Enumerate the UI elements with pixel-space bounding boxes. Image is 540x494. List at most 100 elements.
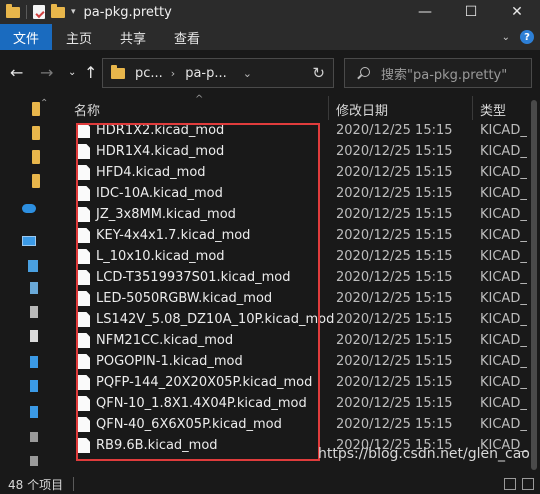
location-folder-icon [111, 64, 125, 79]
expand-ribbon-chevron-icon[interactable]: ⌄ [502, 32, 510, 43]
customize-toolbar-arrow-icon[interactable]: ▾ [71, 7, 76, 17]
nav-folder-icon[interactable] [32, 102, 40, 116]
file-icon [78, 417, 90, 432]
file-icon [78, 270, 90, 285]
column-divider[interactable] [328, 96, 329, 120]
maximize-button[interactable]: ☐ [448, 0, 494, 24]
tab-share[interactable]: 共享 [106, 24, 160, 50]
details-view-icon[interactable] [504, 478, 516, 490]
file-modified-date: 2020/12/25 15:15 [336, 291, 453, 306]
nav-pane-caret-icon[interactable]: ⌃ [40, 98, 48, 109]
file-row[interactable]: LCD-T3519937S01.kicad_mod 2020/12/25 15:1… [64, 267, 540, 288]
column-divider[interactable] [472, 96, 473, 120]
item-count: 48 个项目 [8, 477, 64, 492]
file-name[interactable]: HFD4.kicad_mod [96, 165, 206, 180]
file-name[interactable]: NFM21CC.kicad_mod [96, 333, 233, 348]
documents-icon[interactable] [30, 330, 38, 342]
file-row[interactable]: LS142V_5.08_DZ10A_10P.kicad_mod 2020/12/2… [64, 309, 540, 330]
breadcrumb-current[interactable]: pa-p... [185, 66, 227, 81]
file-row[interactable]: PQFP-144_20X20X05P.kicad_mod 2020/12/25 1… [64, 372, 540, 393]
file-name[interactable]: LED-5050RGBW.kicad_mod [96, 291, 272, 306]
file-name[interactable]: RB9.6B.kicad_mod [96, 438, 218, 453]
file-row[interactable]: L_10x10.kicad_mod 2020/12/25 15:15 KICAD_M [64, 246, 540, 267]
file-row[interactable]: JZ_3x8MM.kicad_mod 2020/12/25 15:15 KICAD_… [64, 204, 540, 225]
nav-folder-icon[interactable] [32, 174, 40, 188]
column-header-type[interactable]: 类型 [480, 98, 506, 120]
watermark-text: https://blog.csdn.net/glen_cao [318, 446, 530, 462]
window-controls: — ☐ ✕ [402, 0, 540, 24]
nav-folder-icon[interactable] [32, 126, 40, 140]
file-icon [78, 186, 90, 201]
column-header-name[interactable]: 名称 [74, 98, 328, 120]
help-icon[interactable]: ? [520, 30, 534, 44]
forward-arrow-icon[interactable]: → [40, 63, 53, 82]
file-name[interactable]: HDR1X4.kicad_mod [96, 144, 224, 159]
status-divider [73, 477, 75, 491]
file-modified-date: 2020/12/25 15:15 [336, 333, 453, 348]
file-name[interactable]: JZ_3x8MM.kicad_mod [96, 207, 236, 222]
drive-icon[interactable] [30, 432, 38, 442]
file-name[interactable]: IDC-10A.kicad_mod [96, 186, 223, 201]
file-row[interactable]: HDR1X4.kicad_mod 2020/12/25 15:15 KICAD_M [64, 141, 540, 162]
file-name[interactable]: POGOPIN-1.kicad_mod [96, 354, 243, 369]
address-dropdown-chevron-icon[interactable]: ⌄ [243, 67, 252, 80]
search-box[interactable]: 搜索"pa-pkg.pretty" [344, 58, 532, 88]
3d-objects-icon[interactable] [28, 260, 38, 272]
file-row[interactable]: POGOPIN-1.kicad_mod 2020/12/25 15:15 KICAD… [64, 351, 540, 372]
onedrive-icon[interactable] [22, 204, 36, 213]
file-name[interactable]: HDR1X2.kicad_mod [96, 123, 224, 138]
file-row[interactable]: HFD4.kicad_mod 2020/12/25 15:15 KICAD_M [64, 162, 540, 183]
scrollbar-thumb[interactable] [531, 100, 537, 470]
up-arrow-icon[interactable]: ↑ [84, 63, 97, 82]
refresh-icon[interactable]: ↻ [312, 64, 325, 82]
toolbar-divider [26, 5, 27, 19]
vertical-scrollbar[interactable] [528, 96, 540, 474]
drive-icon[interactable] [30, 456, 38, 466]
file-row[interactable]: QFN-40_6X6X05P.kicad_mod 2020/12/25 15:15… [64, 414, 540, 435]
new-folder-icon[interactable] [51, 3, 65, 18]
desktop-icon[interactable] [30, 406, 38, 418]
this-pc-icon[interactable] [22, 236, 36, 246]
downloads-icon[interactable] [30, 356, 38, 368]
breadcrumb-separator-icon[interactable]: › [171, 67, 175, 80]
file-modified-date: 2020/12/25 15:15 [336, 270, 453, 285]
large-icons-view-icon[interactable] [522, 478, 534, 490]
videos-icon[interactable] [30, 282, 38, 294]
file-row[interactable]: LED-5050RGBW.kicad_mod 2020/12/25 15:15 KI… [64, 288, 540, 309]
tab-home[interactable]: 主页 [52, 24, 106, 50]
file-row[interactable]: HDR1X2.kicad_mod 2020/12/25 15:15 KICAD_M [64, 120, 540, 141]
nav-folder-icon[interactable] [32, 150, 40, 164]
back-arrow-icon[interactable]: ← [10, 63, 23, 82]
file-name[interactable]: KEY-4x4x1.7.kicad_mod [96, 228, 250, 243]
column-header-date[interactable]: 修改日期 [336, 98, 388, 120]
file-modified-date: 2020/12/25 15:15 [336, 207, 453, 222]
search-icon [357, 67, 370, 79]
file-name[interactable]: QFN-40_6X6X05P.kicad_mod [96, 417, 282, 432]
close-button[interactable]: ✕ [494, 0, 540, 24]
address-bar[interactable]: pc... › pa-p... ⌄ ↻ [102, 58, 334, 88]
tab-file[interactable]: 文件 [0, 24, 53, 50]
recent-locations-chevron-icon[interactable]: ⌄ [68, 67, 76, 78]
file-name[interactable]: LS142V_5.08_DZ10A_10P.kicad_mod [96, 312, 334, 327]
file-name[interactable]: QFN-10_1.8X1.4X04P.kicad_mod [96, 396, 307, 411]
file-modified-date: 2020/12/25 15:15 [336, 186, 453, 201]
file-modified-date: 2020/12/25 15:15 [336, 228, 453, 243]
properties-icon[interactable] [33, 5, 45, 19]
file-name[interactable]: L_10x10.kicad_mod [96, 249, 225, 264]
file-row[interactable]: IDC-10A.kicad_mod 2020/12/25 15:15 KICAD_M [64, 183, 540, 204]
minimize-button[interactable]: — [402, 0, 448, 24]
music-icon[interactable] [30, 380, 38, 392]
search-input[interactable]: 搜索"pa-pkg.pretty" [381, 64, 507, 83]
file-row[interactable]: QFN-10_1.8X1.4X04P.kicad_mod 2020/12/25 1… [64, 393, 540, 414]
file-row[interactable]: KEY-4x4x1.7.kicad_mod 2020/12/25 15:15 KIC… [64, 225, 540, 246]
file-icon [78, 354, 90, 369]
file-name[interactable]: PQFP-144_20X20X05P.kicad_mod [96, 375, 312, 390]
file-name[interactable]: LCD-T3519937S01.kicad_mod [96, 270, 290, 285]
file-row[interactable]: NFM21CC.kicad_mod 2020/12/25 15:15 KICAD_M [64, 330, 540, 351]
file-icon [78, 249, 90, 264]
view-mode-switcher [504, 478, 534, 490]
file-modified-date: 2020/12/25 15:15 [336, 312, 453, 327]
breadcrumb-pc[interactable]: pc... [135, 66, 163, 81]
pictures-icon[interactable] [30, 306, 38, 318]
tab-view[interactable]: 查看 [160, 24, 214, 50]
